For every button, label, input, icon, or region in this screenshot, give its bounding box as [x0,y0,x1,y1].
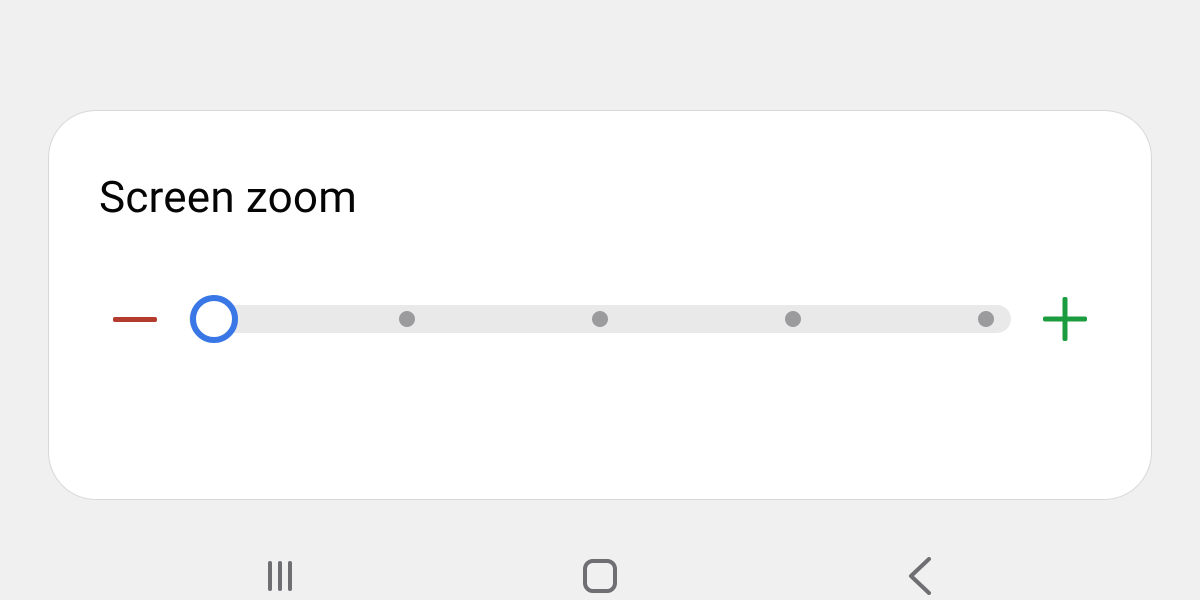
slider-thumb[interactable] [190,295,238,343]
zoom-slider-track[interactable] [189,305,1011,333]
slider-tick [399,311,415,327]
zoom-decrease-button[interactable] [109,293,161,345]
home-icon [583,559,617,593]
screen-zoom-card: Screen zoom [48,110,1152,500]
zoom-increase-button[interactable] [1039,293,1091,345]
zoom-slider-row [99,293,1101,345]
nav-back-button[interactable] [880,552,960,600]
plus-icon [1043,297,1087,341]
nav-recent-apps-button[interactable] [240,552,320,600]
recent-apps-icon [268,561,292,591]
android-navbar [0,552,1200,600]
slider-tick [592,311,608,327]
slider-tick [978,311,994,327]
nav-home-button[interactable] [560,552,640,600]
card-title: Screen zoom [99,171,1101,223]
slider-tick [785,311,801,327]
back-icon [905,557,935,595]
minus-icon [113,317,157,322]
